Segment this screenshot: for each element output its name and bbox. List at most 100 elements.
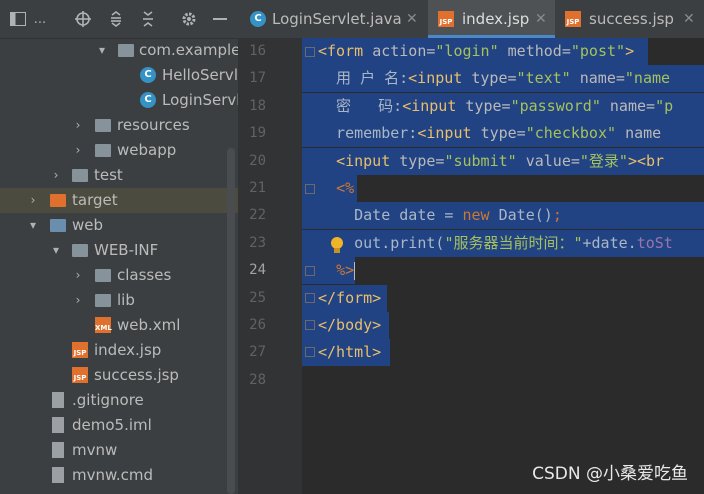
tree-item-label: test — [94, 166, 123, 184]
code-line: out.print("服务器当前时间："+date.toSt — [302, 229, 704, 257]
tree-item[interactable]: JSP index.jsp — [0, 338, 238, 363]
close-icon[interactable]: ✕ — [406, 10, 418, 28]
code-token: <input — [336, 151, 400, 170]
code-token: type= — [480, 124, 526, 143]
tab-index-jsp[interactable]: JSP index.jsp ✕ — [428, 0, 555, 38]
tab-label: success.jsp — [589, 10, 674, 28]
tree-item-label: index.jsp — [94, 341, 162, 359]
code-token: "name — [624, 69, 671, 88]
line-number: 28 — [249, 371, 266, 388]
folder-icon — [72, 169, 88, 182]
tree-item[interactable]: demo5.iml — [0, 413, 238, 438]
code-token: "login" — [435, 42, 508, 60]
tree-item[interactable]: ▾ web — [0, 213, 238, 238]
close-icon[interactable]: ✕ — [683, 10, 695, 28]
line-number: 25 — [249, 289, 266, 306]
code-token: ; — [552, 206, 562, 225]
folder-icon — [72, 244, 88, 257]
code-editor[interactable]: <form action="login" method="post"> 用 户 … — [302, 38, 704, 494]
line-number: 20 — [249, 152, 266, 169]
tree-item[interactable]: XML web.xml — [0, 313, 238, 338]
code-token: "checkbox" — [525, 124, 626, 143]
code-token: 用 户 名: — [318, 69, 409, 88]
chevron-down-icon[interactable]: ▾ — [27, 217, 39, 233]
fold-marker[interactable] — [305, 47, 315, 57]
excluded-folder-icon — [50, 194, 66, 207]
code-line: Date date = new Date(); — [302, 202, 704, 230]
code-token: <input — [408, 69, 472, 88]
locate-file-icon[interactable] — [73, 9, 93, 29]
tree-item-label: web.xml — [117, 316, 181, 334]
tree-item-label: web — [72, 216, 104, 234]
expand-all-icon[interactable] — [106, 9, 126, 29]
code-token: 密 码: — [318, 96, 403, 115]
fold-marker[interactable] — [305, 347, 315, 357]
project-view-icon[interactable] — [8, 9, 28, 29]
code-token: "submit" — [444, 151, 526, 170]
code-line: </form> — [302, 284, 387, 312]
collapse-all-icon[interactable] — [138, 9, 158, 29]
tree-item[interactable]: › webapp — [0, 138, 238, 163]
code-token: </form> — [318, 288, 382, 307]
tab-loginservlet-java[interactable]: C LoginServlet.java ✕ — [238, 0, 428, 38]
chevron-right-icon[interactable]: › — [72, 117, 84, 133]
tree-item[interactable]: mvnw.cmd — [0, 463, 238, 488]
line-number: 26 — [249, 317, 266, 333]
lightbulb-icon[interactable] — [330, 237, 344, 255]
tree-item[interactable]: › resources — [0, 113, 238, 138]
code-token: </html> — [318, 343, 382, 362]
tab-label: LoginServlet.java — [272, 10, 402, 28]
tree-item[interactable]: › target — [0, 188, 238, 213]
line-number: 17 — [249, 70, 266, 87]
tree-item[interactable]: › classes — [0, 263, 238, 288]
tree-item-label: success.jsp — [94, 366, 179, 384]
code-line: 密 码:<input type="password" name="p — [302, 92, 704, 120]
fold-marker[interactable] — [305, 293, 315, 303]
tree-item[interactable]: ▾ WEB-INF — [0, 238, 238, 263]
fold-marker[interactable] — [305, 320, 315, 330]
code-line: </body> — [302, 312, 389, 339]
code-line: <form action="login" method="post"> — [302, 38, 648, 65]
chevron-right-icon[interactable]: › — [72, 142, 84, 158]
line-number: 19 — [249, 125, 266, 142]
tree-item[interactable]: ▾ com.example — [0, 38, 238, 63]
code-token: %> — [336, 261, 355, 280]
project-panel: ... ▾ com.example C HelloServl C LoginServl › r… — [0, 0, 238, 494]
code-token: <% — [336, 179, 355, 197]
chevron-right-icon[interactable]: › — [72, 267, 84, 283]
chevron-down-icon[interactable]: ▾ — [96, 42, 108, 58]
chevron-right-icon[interactable]: › — [50, 167, 62, 183]
project-view-title[interactable]: ... — [30, 9, 50, 29]
line-number: 24 — [249, 262, 266, 279]
tree-item[interactable]: JSP success.jsp — [0, 363, 238, 388]
java-class-icon: C — [250, 11, 266, 27]
tree-item-label: classes — [117, 266, 172, 284]
line-number: 16 — [249, 43, 266, 59]
tree-item-label: resources — [117, 116, 190, 134]
tree-item[interactable]: C HelloServl — [0, 63, 238, 88]
hide-panel-icon[interactable] — [210, 9, 230, 29]
code-token: "post" — [570, 42, 626, 60]
chevron-right-icon[interactable]: › — [27, 192, 39, 208]
tree-item-label: HelloServl — [162, 66, 238, 84]
editor-tabs: C LoginServlet.java ✕ JSP index.jsp ✕ JS… — [238, 0, 704, 39]
project-scrollbar[interactable] — [227, 148, 235, 494]
gear-icon[interactable] — [179, 9, 199, 29]
fold-marker[interactable] — [305, 184, 315, 194]
code-line: <input type="submit" value="登录"><br — [302, 147, 704, 175]
tab-success-jsp[interactable]: JSP success.jsp ✕ — [555, 0, 704, 38]
tree-item[interactable]: mvnw — [0, 438, 238, 463]
tree-item[interactable]: .gitignore — [0, 388, 238, 413]
tree-item[interactable]: › test — [0, 163, 238, 188]
tree-item[interactable]: C LoginServl — [0, 88, 238, 113]
close-icon[interactable]: ✕ — [535, 10, 547, 28]
java-class-icon: C — [140, 67, 156, 83]
chevron-right-icon[interactable]: › — [72, 292, 84, 308]
tree-item[interactable]: › lib — [0, 288, 238, 313]
fold-marker[interactable] — [305, 266, 315, 276]
code-token: toSt — [636, 233, 673, 252]
tree-item-label: mvnw — [72, 441, 118, 459]
chevron-down-icon[interactable]: ▾ — [50, 242, 62, 258]
